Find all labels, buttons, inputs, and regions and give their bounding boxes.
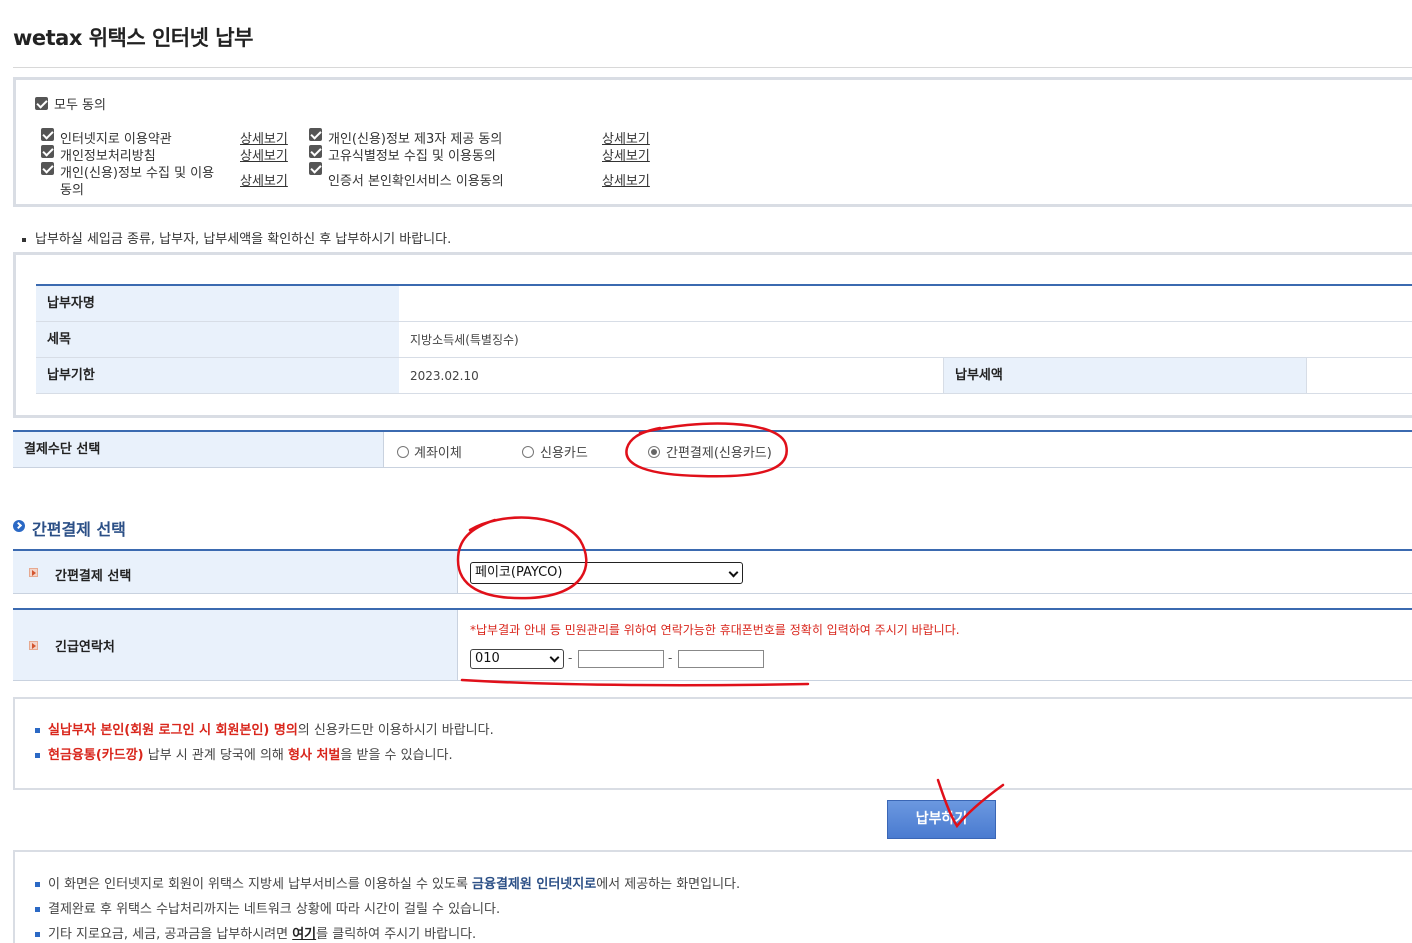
emergency-contact-header: 긴급연락처: [13, 610, 458, 680]
easy-pay-section-title: 간편결제 선택: [32, 520, 126, 539]
agree-checkbox-cert[interactable]: [309, 162, 322, 175]
agree-checkbox-unique-id[interactable]: [309, 145, 322, 158]
confirm-notice: 납부하실 세입금 종류, 납부자, 납부세액을 확인하신 후 납부하시기 바랍니…: [22, 228, 451, 247]
radio-credit-card[interactable]: [522, 446, 534, 458]
radio-label-credit-card[interactable]: 신용카드: [540, 442, 588, 461]
due-label: 납부기한: [36, 358, 399, 393]
bullet-icon: [35, 753, 40, 758]
easy-pay-select-row: 간편결제 선택 페이코(PAYCO): [13, 549, 1412, 594]
payment-method-label: 결제수단 선택: [13, 432, 384, 467]
agreement-panel: 모두 동의 인터넷지로 이용약관 상세보기 개인정보처리방침 상세보기 개인(신…: [13, 77, 1412, 207]
phone-dash: -: [568, 651, 573, 665]
agree-checkbox-terms[interactable]: [41, 128, 54, 141]
contact-notice: *납부결과 안내 등 민원관리를 위하여 연락가능한 휴대폰번호를 정확히 입력…: [470, 623, 960, 637]
payment-method-row: 결제수단 선택 계좌이체 신용카드 간편결제(신용카드): [13, 430, 1412, 468]
footer-info-panel: 이 화면은 인터넷지로 회원이 위택스 지방세 납부서비스를 이용하실 수 있도…: [13, 850, 1412, 943]
easy-pay-provider-select[interactable]: 페이코(PAYCO): [470, 562, 743, 584]
giro-here-link[interactable]: 여기: [292, 927, 316, 942]
bullet-icon: [35, 728, 40, 733]
agree-checkbox-collection[interactable]: [41, 162, 54, 175]
page-title: wetax 위택스 인터넷 납부: [13, 26, 253, 50]
tax-label: 세목: [36, 322, 399, 357]
bullet-icon: [35, 882, 40, 887]
phone-prefix-value: 010: [475, 651, 500, 666]
agree-all-label: 모두 동의: [54, 98, 106, 113]
title-divider: [13, 67, 1412, 68]
phone-prefix-select[interactable]: 010: [470, 649, 564, 669]
tax-value: 지방소득세(특별징수): [410, 333, 519, 347]
chevron-down-icon: [728, 567, 739, 578]
radio-bank-transfer[interactable]: [397, 446, 409, 458]
emergency-contact-row: 긴급연락처 *납부결과 안내 등 민원관리를 위하여 연락가능한 휴대폰번호를 …: [13, 608, 1412, 681]
agree-label-cert: 인증서 본인확인서비스 이용동의: [328, 174, 504, 189]
easy-pay-select-label: 간편결제 선택: [55, 569, 132, 584]
warning-line-1: 실납부자 본인(회원 로그인 시 회원본인) 명의의 신용카드만 이용하시기 바…: [35, 719, 494, 738]
chevron-down-icon: [549, 652, 560, 663]
payment-info-table: 납부자명 세목 지방소득세(특별징수) 납부기한 2023.02.10 납부세액: [36, 284, 1412, 394]
bullet-icon: [35, 932, 40, 937]
warning-panel: 실납부자 본인(회원 로그인 시 회원본인) 명의의 신용카드만 이용하시기 바…: [13, 697, 1412, 790]
agree-label-collection-line2: 동의: [60, 183, 84, 198]
arrow-bullet-icon: [29, 568, 38, 577]
amount-label: 납부세액: [944, 358, 1307, 393]
amount-value: [1307, 358, 1318, 393]
payer-value: [399, 286, 410, 321]
due-value: 2023.02.10: [399, 358, 944, 393]
agree-all-checkbox[interactable]: [35, 97, 48, 110]
footer-line-3: 기타 지로요금, 세금, 공과금을 납부하시려면 여기를 클릭하여 주시기 바랍…: [35, 923, 476, 942]
agree-label-unique-id: 고유식별정보 수집 및 이용동의: [328, 149, 496, 164]
arrow-bullet-icon: [29, 641, 38, 650]
detail-link-privacy-policy[interactable]: 상세보기: [240, 145, 288, 164]
radio-label-easy-pay[interactable]: 간편결제(신용카드): [666, 442, 772, 461]
tax-row: 세목 지방소득세(특별징수): [36, 322, 1412, 358]
due-row: 납부기한 2023.02.10 납부세액: [36, 358, 1412, 394]
radio-easy-pay[interactable]: [648, 446, 660, 458]
footer-line-2: 결제완료 후 위택스 수납처리까지는 네트워크 상황에 따라 시간이 걸릴 수 …: [35, 898, 500, 917]
agree-checkbox-third-party[interactable]: [309, 128, 322, 141]
detail-link-collection[interactable]: 상세보기: [240, 170, 288, 189]
agree-checkbox-privacy-policy[interactable]: [41, 145, 54, 158]
phone-middle-input[interactable]: [578, 650, 664, 668]
pay-button[interactable]: 납부하기: [887, 800, 996, 839]
bullet-icon: [35, 907, 40, 912]
phone-dash: -: [668, 651, 673, 665]
phone-last-input[interactable]: [678, 650, 764, 668]
detail-link-unique-id[interactable]: 상세보기: [602, 145, 650, 164]
payer-label: 납부자명: [36, 286, 399, 321]
section-bullet-icon: [13, 520, 25, 532]
payer-row: 납부자명: [36, 286, 1412, 322]
easy-pay-provider-value: 페이코(PAYCO): [475, 565, 563, 580]
easy-pay-select-header: 간편결제 선택: [13, 551, 458, 593]
footer-line-1: 이 화면은 인터넷지로 회원이 위택스 지방세 납부서비스를 이용하실 수 있도…: [35, 873, 740, 892]
payment-info-panel: 납부자명 세목 지방소득세(특별징수) 납부기한 2023.02.10 납부세액: [13, 252, 1412, 418]
warning-line-2: 현금융통(카드깡) 납부 시 관계 당국에 의해 형사 처벌을 받을 수 있습니…: [35, 744, 453, 763]
detail-link-cert[interactable]: 상세보기: [602, 170, 650, 189]
radio-label-bank-transfer[interactable]: 계좌이체: [414, 442, 462, 461]
bullet-square-icon: [22, 237, 26, 242]
emergency-contact-label: 긴급연락처: [55, 640, 115, 655]
